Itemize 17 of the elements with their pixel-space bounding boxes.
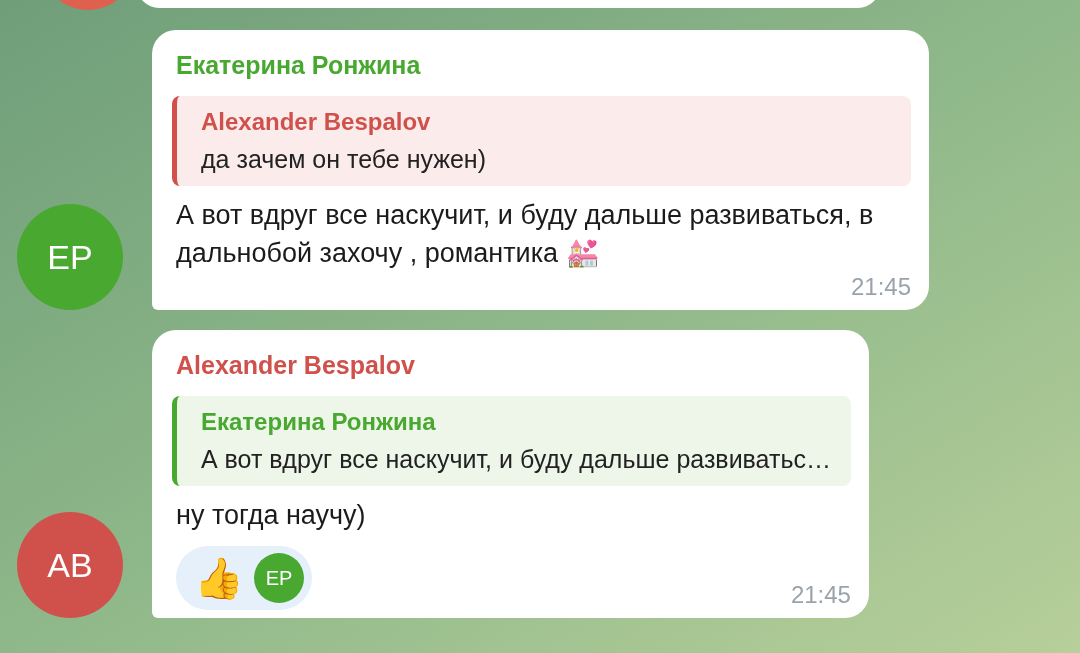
quoted-sender: Екатерина Ронжина — [201, 407, 437, 437]
reply-quote[interactable]: Alexander Bespalov да зачем он тебе нужен) — [172, 96, 911, 186]
message-time: 21:45 — [850, 272, 911, 302]
quoted-text: да зачем он тебе нужен) — [201, 144, 487, 175]
message-text: А вот вдруг все наскучит, и буду дальше развиваться, в дальнобой захочу , романтика 💒 — [176, 199, 875, 270]
avatar[interactable]: EP — [17, 204, 123, 310]
quoted-text: А вот вдруг все наскучит, и буду дальше развиватьс… — [201, 444, 831, 475]
avatar[interactable]: AB — [17, 512, 123, 618]
sender-name[interactable]: Екатерина Ронжина — [176, 50, 911, 80]
message-text: ну тогда научу) — [176, 499, 367, 532]
quoted-sender: Alexander Bespalov — [201, 107, 432, 137]
reaction[interactable]: 👍 EP — [176, 546, 312, 610]
sender-name[interactable]: Alexander Bespalov — [176, 350, 851, 380]
reply-quote[interactable]: Екатерина Ронжина А вот вдруг все наскучит, и буду дальше развиватьс… — [172, 396, 851, 486]
reactor-avatar: EP — [254, 553, 304, 603]
reaction-emoji: 👍 — [194, 555, 244, 602]
message-time: 21:45 — [790, 580, 851, 610]
